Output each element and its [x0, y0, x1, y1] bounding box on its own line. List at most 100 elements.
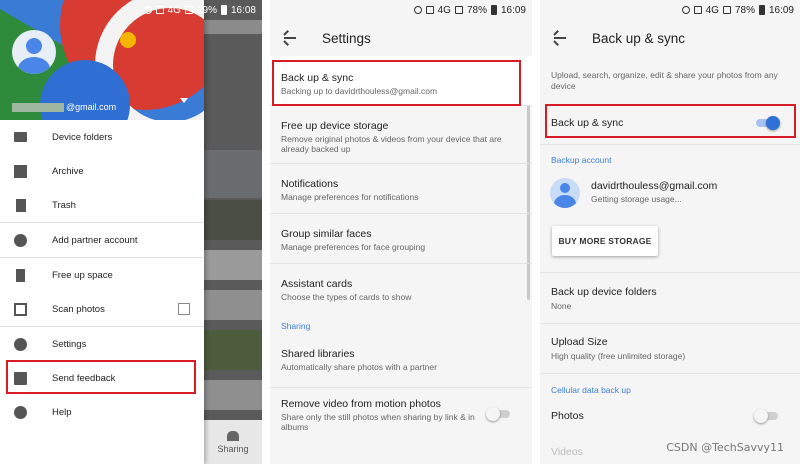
buy-storage-button[interactable]: BUY MORE STORAGE: [552, 226, 658, 256]
section-header-backup-account: Backup account: [551, 155, 612, 165]
gear-icon: [14, 337, 27, 351]
item-subtitle: Manage preferences for notifications: [281, 192, 419, 202]
sharing-tab-label: Sharing: [217, 443, 249, 454]
settings-item-notifications[interactable]: Notifications Manage preferences for not…: [270, 164, 532, 214]
partner-icon: [14, 233, 27, 247]
separator: [532, 0, 540, 464]
menu-item-free-up-space[interactable]: Free up space: [0, 258, 204, 292]
image-icon: [693, 6, 702, 14]
photos-cellular-toggle[interactable]: [754, 409, 778, 423]
settings-item-assistant-cards[interactable]: Assistant cards Choose the types of card…: [270, 264, 532, 314]
menu-item-device-folders[interactable]: Device folders: [0, 120, 204, 154]
battery-percent: 78%: [734, 4, 755, 16]
item-title: Group similar faces: [281, 228, 372, 240]
backup-description: Upload, search, organize, edit & share y…: [551, 70, 778, 91]
dimmed-background: [204, 0, 262, 464]
backup-account-row[interactable]: davidrthouless@gmail.com Getting storage…: [540, 174, 800, 214]
menu-item-add-partner[interactable]: Add partner account: [0, 223, 204, 257]
back-arrow-icon[interactable]: [553, 30, 566, 46]
chevron-down-icon[interactable]: [180, 98, 188, 103]
settings-item-free-storage[interactable]: Free up device storage Remove original p…: [270, 106, 532, 164]
back-arrow-icon[interactable]: [283, 30, 296, 46]
section-header-cellular: Cellular data back up: [551, 385, 631, 395]
menu-label: Help: [52, 406, 72, 418]
highlight-backup-sync: [272, 60, 521, 106]
network-label: 4G: [705, 4, 719, 16]
item-subtitle: High quality (free unlimited storage): [551, 351, 686, 361]
settings-item-motion-photos[interactable]: Remove video from motion photos Share on…: [270, 388, 532, 448]
account-email: davidrthouless@gmail.com: [591, 180, 718, 192]
status-bar: 4G 78% 16:09: [540, 0, 800, 20]
menu-item-scan-photos[interactable]: Scan photos: [0, 292, 204, 326]
app-bar: Back up & sync: [540, 20, 800, 56]
item-subtitle: Share only the still photos when sharing…: [281, 412, 475, 432]
menu-label: Archive: [52, 165, 84, 177]
item-title: Free up device storage: [281, 120, 389, 132]
settings-item-face-grouping[interactable]: Group similar faces Manage preferences f…: [270, 214, 532, 264]
signal-icon: [722, 6, 731, 14]
item-subtitle: Automatically share photos with a partne…: [281, 362, 437, 372]
battery-percent: 79%: [196, 4, 217, 16]
menu-item-help[interactable]: Help: [0, 395, 204, 429]
alarm-icon: [143, 6, 152, 14]
item-title: Assistant cards: [281, 278, 353, 290]
menu-label: Add partner account: [52, 234, 138, 246]
backup-device-folders-item[interactable]: Back up device folders None: [540, 276, 800, 324]
menu-label: Settings: [52, 338, 87, 350]
email-suffix: @gmail.com: [66, 102, 117, 112]
clock: 16:09: [768, 4, 794, 16]
item-title: Remove video from motion photos: [281, 398, 441, 410]
avatar[interactable]: [12, 30, 56, 74]
external-link-icon: [178, 303, 190, 315]
battery-icon: [490, 5, 497, 15]
highlight-backup-toggle: [545, 104, 796, 138]
settings-item-shared-libraries[interactable]: Shared libraries Automatically share pho…: [270, 338, 532, 388]
divider: [540, 144, 800, 145]
clock: 16:08: [230, 4, 256, 16]
menu-item-archive[interactable]: Archive: [0, 154, 204, 188]
battery-icon: [220, 5, 227, 15]
alarm-icon: [681, 6, 690, 14]
menu-label: Trash: [52, 199, 76, 211]
image-icon: [155, 6, 164, 14]
network-label: 4G: [167, 4, 181, 16]
phone-icon: [16, 268, 25, 282]
item-title: Shared libraries: [281, 348, 355, 360]
divider: [540, 272, 800, 273]
account-email: @gmail.com: [12, 102, 116, 112]
app-bar: Settings: [270, 20, 532, 56]
motion-photos-toggle[interactable]: [486, 407, 510, 421]
status-bar: 4G 78% 16:09: [270, 0, 532, 20]
scan-icon: [14, 302, 27, 316]
battery-icon: [758, 5, 765, 15]
settings-screen: 4G 78% 16:09 Settings Back up & sync Bac…: [270, 0, 532, 464]
archive-icon: [14, 164, 27, 178]
item-subtitle: None: [551, 301, 572, 311]
page-title: Settings: [322, 31, 371, 46]
people-icon: [227, 430, 239, 441]
network-label: 4G: [437, 4, 451, 16]
help-icon: [14, 405, 27, 419]
menu-label: Free up space: [52, 269, 113, 281]
separator: [262, 0, 270, 464]
signal-icon: [454, 6, 463, 14]
menu-item-settings[interactable]: Settings: [0, 327, 204, 361]
backup-sync-screen: 4G 78% 16:09 Back up & sync Upload, sear…: [540, 0, 800, 464]
sharing-tab[interactable]: Sharing: [204, 420, 262, 464]
signal-icon: [184, 6, 193, 14]
photos-cellular-row[interactable]: Photos: [540, 402, 800, 432]
alarm-icon: [413, 6, 422, 14]
videos-label: Videos: [551, 446, 583, 458]
image-icon: [425, 6, 434, 14]
upload-size-item[interactable]: Upload Size High quality (free unlimited…: [540, 326, 800, 374]
redacted-email: [12, 102, 64, 112]
trash-icon: [16, 198, 26, 212]
page-title: Back up & sync: [592, 31, 686, 46]
menu-item-trash[interactable]: Trash: [0, 188, 204, 222]
account-status: Getting storage usage...: [591, 194, 682, 204]
menu-label: Scan photos: [52, 303, 105, 315]
navigation-drawer-screen: Sharing 4G 79% 16:08 @gmail.com Device f…: [0, 0, 262, 464]
item-subtitle: Remove original photos & videos from you…: [281, 134, 502, 154]
item-subtitle: Choose the types of cards to show: [281, 292, 412, 302]
avatar: [550, 178, 580, 208]
